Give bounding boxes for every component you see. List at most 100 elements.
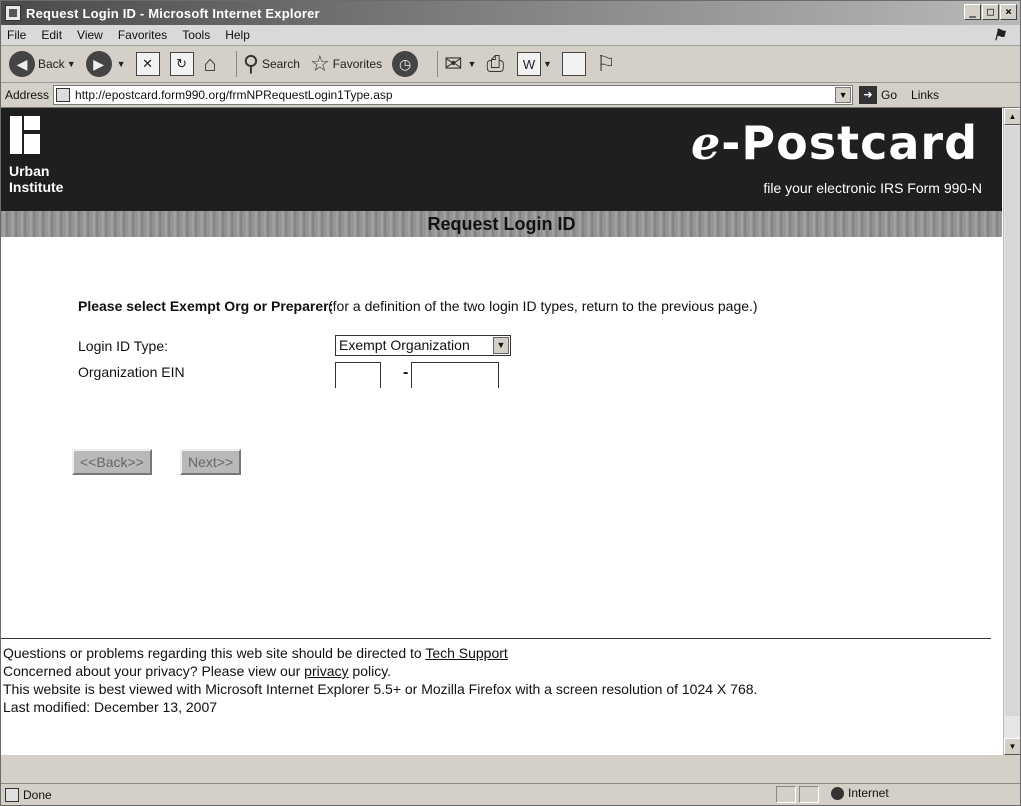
next-button[interactable]: Next>> (180, 449, 242, 475)
search-label: Search (261, 57, 300, 71)
logo-line2: Institute (9, 179, 64, 195)
links-button[interactable]: Links (911, 88, 939, 102)
menu-file[interactable]: File (7, 28, 26, 42)
stop-button[interactable]: ✕ (135, 52, 160, 76)
brand-subtitle: file your electronic IRS Form 990-N (763, 180, 982, 196)
minimize-button[interactable]: _ (964, 4, 981, 20)
login-type-value: Exempt Organization (339, 337, 470, 353)
print-icon: ⎙ (486, 51, 505, 76)
status-panels (776, 786, 819, 803)
chevron-down-icon: ▼ (467, 59, 477, 69)
urban-institute-logo-icon (10, 116, 40, 154)
address-label: Address (5, 88, 50, 102)
scroll-thumb[interactable] (1005, 126, 1020, 716)
search-icon: ⚲ (242, 51, 259, 76)
footer-privacy-end: policy. (348, 663, 392, 679)
refresh-button[interactable]: ↻ (169, 52, 194, 76)
menu-favorites[interactable]: Favorites (118, 28, 167, 42)
brand-title-rest: -Postcard (721, 116, 978, 170)
chevron-down-icon: ▼ (543, 59, 552, 69)
scroll-up-icon[interactable]: ▲ (1004, 108, 1020, 125)
home-icon: ⌂ (203, 51, 217, 76)
globe-icon (831, 786, 844, 800)
url-input[interactable]: http://epostcard.form990.org/frmNPReques… (53, 85, 854, 105)
toolbar: ◀ Back ▼ ▶ ▼ ✕ ↻ ⌂ ⚲ Search ☆ Favorites … (1, 46, 1020, 83)
messenger-icon: ⚐ (595, 51, 616, 76)
footer-line-modified: Last modified: December 13, 2007 (3, 699, 218, 715)
menu-tools[interactable]: Tools (182, 28, 210, 42)
back-button-form[interactable]: <<Back>> (72, 449, 152, 475)
go-button[interactable]: ➜ Go (859, 86, 897, 104)
page-done-icon (5, 787, 19, 802)
scroll-down-icon[interactable]: ▼ (1004, 738, 1020, 755)
chevron-down-icon: ▼ (116, 59, 126, 69)
tech-support-link[interactable]: Tech Support (425, 645, 508, 661)
page-footer: Questions or problems regarding this web… (3, 644, 757, 716)
forward-button[interactable]: ▶ ▼ (85, 51, 126, 77)
refresh-icon: ↻ (169, 52, 194, 76)
browser-window: Request Login ID - Microsoft Internet Ex… (0, 0, 1021, 806)
menu-edit[interactable]: Edit (41, 28, 62, 42)
logo-line1: Urban (9, 163, 50, 179)
close-button[interactable]: × (1000, 4, 1017, 20)
ie-page-icon (5, 5, 21, 21)
stop-icon: ✕ (135, 52, 160, 76)
window-title: Request Login ID - Microsoft Internet Ex… (26, 5, 320, 21)
discuss-icon (561, 52, 586, 76)
footer-privacy-text: Concerned about your privacy? Please vie… (3, 663, 305, 679)
star-icon: ☆ (309, 51, 330, 76)
title-bar: Request Login ID - Microsoft Internet Ex… (1, 1, 1020, 25)
status-panel (776, 786, 796, 803)
history-button[interactable]: ◷ (392, 51, 421, 77)
home-button[interactable]: ⌂ (204, 53, 220, 75)
search-button[interactable]: ⚲ Search (243, 53, 300, 75)
status-bar: Done Internet (1, 783, 1020, 805)
footer-support-text: Questions or problems regarding this web… (3, 645, 426, 661)
page-title: Request Login ID (1, 211, 1002, 237)
login-type-select[interactable]: Exempt Organization ▼ (335, 335, 511, 356)
back-label: Back (38, 57, 65, 71)
mail-icon: ✉ (444, 51, 463, 76)
messenger-button[interactable]: ⚐ (596, 53, 619, 75)
edit-button[interactable]: W ▼ (517, 52, 552, 76)
menu-view[interactable]: View (77, 28, 103, 42)
footer-line-privacy: Concerned about your privacy? Please vie… (3, 662, 757, 680)
mail-button[interactable]: ✉ ▼ (444, 53, 476, 75)
url-text: http://epostcard.form990.org/frmNPReques… (75, 88, 393, 102)
history-icon: ◷ (392, 51, 419, 77)
back-button[interactable]: ◀ Back ▼ (9, 51, 76, 77)
brand-title: e-Postcard (691, 116, 978, 170)
windows-logo-icon: ⚑ (992, 26, 1006, 44)
address-bar: Address http://epostcard.form990.org/frm… (1, 83, 1020, 108)
forward-arrow-icon: ▶ (85, 51, 112, 77)
favorites-button[interactable]: ☆ Favorites (310, 53, 382, 75)
ein-suffix-input[interactable] (411, 362, 499, 388)
login-type-label: Login ID Type: (78, 338, 169, 354)
prompt-label: Please select Exempt Org or Preparer: (78, 298, 334, 314)
back-arrow-icon: ◀ (9, 51, 35, 77)
toolbar-separator (437, 51, 439, 77)
footer-line-support: Questions or problems regarding this web… (3, 644, 757, 662)
brand-title-e: e (691, 116, 722, 170)
chevron-down-icon: ▼ (66, 59, 76, 69)
zone-label: Internet (848, 786, 889, 800)
footer-divider (1, 638, 991, 639)
menu-help[interactable]: Help (225, 28, 250, 42)
status-panel (799, 786, 819, 803)
discuss-button[interactable] (561, 52, 586, 76)
vertical-scrollbar[interactable]: ▲ ▼ (1003, 108, 1020, 755)
logo-text: Urban Institute (9, 163, 63, 195)
chevron-down-icon[interactable]: ▼ (493, 337, 509, 354)
go-arrow-icon: ➜ (859, 86, 878, 104)
footer-line-browser: This website is best viewed with Microso… (3, 681, 758, 697)
privacy-link[interactable]: privacy (304, 663, 348, 679)
chevron-down-icon[interactable]: ▼ (835, 87, 852, 103)
print-button[interactable]: ⎙ (486, 53, 507, 75)
security-zone: Internet (831, 786, 889, 800)
favorites-label: Favorites (332, 57, 383, 71)
ein-prefix-input[interactable] (335, 362, 381, 388)
maximize-button[interactable]: □ (982, 4, 999, 20)
toolbar-separator (235, 51, 237, 77)
menu-bar: File Edit View Favorites Tools Help ⚑ (1, 25, 1020, 46)
page-icon (56, 88, 71, 102)
